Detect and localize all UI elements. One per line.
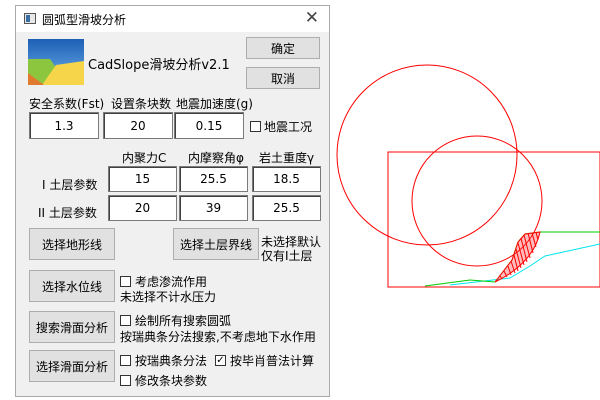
layer1-cohesion-input[interactable]: 15	[108, 166, 177, 192]
cohesion-header: 内聚力C	[122, 151, 167, 165]
friction-angle-header: 内摩察角φ	[188, 151, 244, 165]
slice-count-label: 设置条块数	[111, 97, 172, 111]
seismic-checkbox[interactable]	[250, 121, 261, 132]
ok-button[interactable]: 确定	[246, 37, 320, 59]
seepage-note: 未选择不计水压力	[120, 290, 217, 304]
select-boundary-button[interactable]: 选择土层界线	[173, 228, 259, 260]
bishop-method-label: 按毕肖普法计算	[230, 354, 315, 368]
select-water-button[interactable]: 选择水位线	[29, 270, 115, 302]
app-window-icon	[24, 13, 36, 24]
swedish-method-label: 按瑞典条分法	[135, 354, 208, 368]
layer2-weight-input[interactable]: 25.5	[252, 195, 321, 221]
close-icon[interactable]: ✕	[305, 8, 319, 28]
seepage-checkbox[interactable]	[120, 276, 131, 287]
unit-weight-header: 岩土重度γ	[259, 151, 315, 165]
layer2-cohesion-input[interactable]: 20	[108, 195, 177, 221]
outer-slip-circle	[336, 64, 518, 246]
modify-slices-label: 修改条块参数	[135, 374, 208, 388]
layer2-friction-input[interactable]: 39	[179, 195, 248, 221]
cancel-button[interactable]: 取消	[246, 67, 320, 89]
swedish-method-checkbox[interactable]	[120, 355, 131, 366]
seismic-label: 地震工况	[264, 120, 313, 134]
safety-factor-input[interactable]: 1.3	[29, 112, 99, 139]
layer1-weight-input[interactable]: 18.5	[252, 166, 321, 192]
draw-all-label: 绘制所有搜索圆弧	[135, 314, 232, 328]
app-name: CadSlope滑坡分析v2.1	[88, 58, 230, 73]
layer1-friction-input[interactable]: 25.5	[179, 166, 248, 192]
choose-slip-button[interactable]: 选择滑面分析	[29, 350, 115, 382]
seismic-accel-label: 地震加速度(g)	[176, 97, 253, 111]
search-region-rect	[387, 151, 600, 288]
safety-factor-label: 安全系数(Fst)	[29, 97, 105, 111]
modify-slices-checkbox[interactable]	[120, 375, 131, 386]
search-slip-button[interactable]: 搜索滑面分析	[29, 311, 115, 343]
slope-analysis-dialog: 圆弧型滑坡分析 ✕ CadSlope滑坡分析v2.1 确定 取消 安全系数(Fs…	[15, 5, 330, 397]
slice-count-input[interactable]: 20	[103, 112, 173, 139]
seismic-accel-input[interactable]: 0.15	[174, 112, 244, 139]
boundary-note-line2: 仅有I土层	[261, 249, 313, 263]
layer1-label: I 土层参数	[42, 178, 98, 192]
window-title: 圆弧型滑坡分析	[42, 13, 127, 27]
search-note: 按瑞典条分法搜索,不考虑地下水作用	[120, 330, 316, 344]
slope-drawing-canvas	[336, 64, 600, 288]
slip-mass	[494, 231, 541, 283]
draw-all-checkbox[interactable]	[120, 315, 131, 326]
app-logo-icon	[28, 39, 84, 85]
bishop-method-checkbox[interactable]: ✓	[215, 355, 226, 366]
select-terrain-button[interactable]: 选择地形线	[29, 228, 115, 260]
title-bar: 圆弧型滑坡分析 ✕	[16, 6, 329, 32]
layer2-label: II 土层参数	[38, 206, 97, 220]
